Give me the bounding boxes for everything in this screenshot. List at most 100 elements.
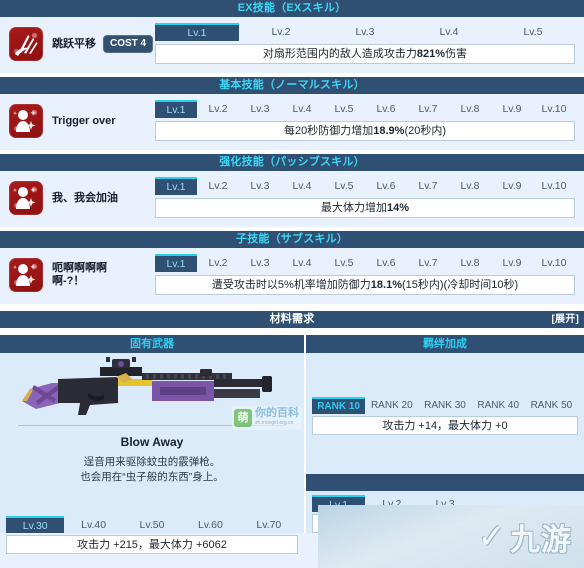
desc-value-normal: 18.9% [373, 125, 405, 137]
divider-4 [0, 304, 584, 311]
level-tab-list-normal: Lv.1 Lv.2 Lv.3 Lv.4 Lv.5 Lv.6 Lv.7 Lv.8 … [155, 100, 575, 118]
level-tab-normal-3[interactable]: Lv.3 [239, 100, 281, 118]
section-header-sub: 子技能（サブスキル） [0, 231, 584, 248]
section-header-passive: 强化技能（パッシブスキル） [0, 154, 584, 171]
level-tab-normal-5[interactable]: Lv.5 [323, 100, 365, 118]
skill-description-normal: 每20秒防御力增加18.9%(20秒内) [155, 121, 575, 141]
level-tab-passive-2[interactable]: Lv.2 [197, 177, 239, 195]
rank-tab-10[interactable]: RANK 10 [312, 397, 366, 414]
moegirl-text-sub: zh.moegirl.org.cn [255, 420, 294, 426]
skill-description-sub: 遭受攻击时以5%机率增加防御力18.1%(15秒内)(冷却时间10秒) [155, 275, 575, 295]
rank-tab-20[interactable]: RANK 20 [365, 397, 418, 414]
desc-post-ex: 伤害 [445, 48, 468, 60]
weapon-stats: 攻击力 +215，最大体力 +6062 [6, 535, 298, 554]
level-tab-ex-5[interactable]: Lv.5 [491, 23, 575, 41]
desc-post-normal: (20秒内) [404, 125, 446, 137]
passive-skill-snowgirl-icon [9, 181, 43, 215]
level-tab-sub-8[interactable]: Lv.8 [449, 254, 491, 272]
level-tab-ex-2[interactable]: Lv.2 [239, 23, 323, 41]
jiuyou-watermark: ✓ 九游 [318, 505, 584, 568]
level-tab-list-passive: Lv.1 Lv.2 Lv.3 Lv.4 Lv.5 Lv.6 Lv.7 Lv.8 … [155, 177, 575, 195]
rank-tab-list: RANK 10 RANK 20 RANK 30 RANK 40 RANK 50 [312, 397, 578, 414]
level-tab-sub-5[interactable]: Lv.5 [323, 254, 365, 272]
level-tab-sub-9[interactable]: Lv.9 [491, 254, 533, 272]
level-tab-sub-7[interactable]: Lv.7 [407, 254, 449, 272]
skill-levels-passive: Lv.1 Lv.2 Lv.3 Lv.4 Lv.5 Lv.6 Lv.7 Lv.8 … [155, 177, 584, 218]
rank-tab-40[interactable]: RANK 40 [472, 397, 525, 414]
desc-pre-normal: 每20秒防御力增加 [283, 125, 374, 137]
level-tab-ex-3[interactable]: Lv.3 [323, 23, 407, 41]
weapon-level-tab-60[interactable]: Lv.60 [181, 516, 239, 533]
level-tab-ex-1[interactable]: Lv.1 [155, 23, 239, 41]
skill-name-ex: 跳跃平移 [52, 37, 96, 50]
desc-pre-sub: 遭受攻击时以5%机率增加防御力 [211, 279, 371, 291]
rank-tab-50[interactable]: RANK 50 [525, 397, 578, 414]
desc-value-ex: 821% [416, 48, 446, 60]
weapon-level-tab-50[interactable]: Lv.50 [123, 516, 181, 533]
level-tab-sub-10[interactable]: Lv.10 [533, 254, 575, 272]
weapon-level-tab-40[interactable]: Lv.40 [64, 516, 122, 533]
level-tab-passive-8[interactable]: Lv.8 [449, 177, 491, 195]
skill-identity-ex: 跳跃平移 COST 4 [0, 23, 155, 65]
level-tab-passive-7[interactable]: Lv.7 [407, 177, 449, 195]
weapon-panel: Blow Away 逞音用来驱除蚊虫的霰弹枪。 也会用在“虫子般的东西”身上。 [0, 353, 304, 533]
section-header-bottom-right [306, 474, 584, 491]
level-tab-normal-6[interactable]: Lv.6 [365, 100, 407, 118]
level-tab-normal-4[interactable]: Lv.4 [281, 100, 323, 118]
level-tab-normal-8[interactable]: Lv.8 [449, 100, 491, 118]
level-tab-passive-6[interactable]: Lv.6 [365, 177, 407, 195]
level-tab-list-ex: Lv.1 Lv.2 Lv.3 Lv.4 Lv.5 [155, 23, 575, 41]
skill-levels-normal: Lv.1 Lv.2 Lv.3 Lv.4 Lv.5 Lv.6 Lv.7 Lv.8 … [155, 100, 584, 141]
desc-value-sub: 18.1% [370, 279, 402, 291]
skill-name-passive: 我、我会加油 [52, 191, 118, 204]
weapon-level-tab-70[interactable]: Lv.70 [240, 516, 298, 533]
level-tab-passive-1[interactable]: Lv.1 [155, 177, 197, 195]
level-tab-list-sub: Lv.1 Lv.2 Lv.3 Lv.4 Lv.5 Lv.6 Lv.7 Lv.8 … [155, 254, 575, 272]
skill-identity-passive: 我、我会加油 [0, 177, 155, 219]
rank-tab-30[interactable]: RANK 30 [418, 397, 471, 414]
skill-row-sub: 呃啊啊啊啊啊-?！ Lv.1 Lv.2 Lv.3 Lv.4 Lv.5 Lv.6 … [0, 248, 584, 304]
level-tab-sub-2[interactable]: Lv.2 [197, 254, 239, 272]
skill-levels-sub: Lv.1 Lv.2 Lv.3 Lv.4 Lv.5 Lv.6 Lv.7 Lv.8 … [155, 254, 584, 295]
level-tab-sub-1[interactable]: Lv.1 [155, 254, 197, 272]
level-tab-normal-1[interactable]: Lv.1 [155, 100, 197, 118]
skill-identity-sub: 呃啊啊啊啊啊-?！ [0, 254, 155, 296]
weapon-level-tab-30[interactable]: Lv.30 [6, 516, 65, 533]
skill-description-passive: 最大体力增加14% [155, 198, 575, 218]
level-tab-sub-6[interactable]: Lv.6 [365, 254, 407, 272]
skill-row-normal: Trigger over Lv.1 Lv.2 Lv.3 Lv.4 Lv.5 Lv… [0, 94, 584, 150]
character-detail-page: EX技能（EXスキル） 跳跃平移 COST 4 Lv.1 Lv.2 Lv.3 L… [0, 0, 584, 568]
bond-stats: 攻击力 +14，最大体力 +0 [312, 416, 578, 435]
level-tab-sub-4[interactable]: Lv.4 [281, 254, 323, 272]
divider-5 [0, 328, 584, 335]
section-header-material: 材料需求 [展开] [0, 311, 584, 328]
ex-skill-impact-icon [9, 27, 43, 61]
jiuyou-watermark-text: 九游 [510, 523, 572, 557]
normal-skill-snowgirl-icon [9, 104, 43, 138]
level-tab-passive-10[interactable]: Lv.10 [533, 177, 575, 195]
level-tab-normal-10[interactable]: Lv.10 [533, 100, 575, 118]
desc-value-passive: 14% [386, 202, 410, 214]
section-header-normal: 基本技能（ノーマルスキル） [0, 77, 584, 94]
desc-pre-passive: 最大体力增加 [320, 202, 387, 214]
material-expand-link[interactable]: [展开] [552, 311, 579, 328]
moegirl-watermark: 萌 你的百科 zh.moegirl.org.cn [232, 406, 302, 430]
level-tab-passive-3[interactable]: Lv.3 [239, 177, 281, 195]
skill-row-ex: 跳跃平移 COST 4 Lv.1 Lv.2 Lv.3 Lv.4 Lv.5 对扇形… [0, 17, 584, 73]
weapon-level-tabs: Lv.30 Lv.40 Lv.50 Lv.60 Lv.70 [6, 516, 298, 533]
level-tab-normal-9[interactable]: Lv.9 [491, 100, 533, 118]
level-tab-sub-3[interactable]: Lv.3 [239, 254, 281, 272]
level-tab-normal-2[interactable]: Lv.2 [197, 100, 239, 118]
jiuyou-logo-icon: ✓ [477, 516, 507, 557]
level-tab-passive-4[interactable]: Lv.4 [281, 177, 323, 195]
skill-identity-normal: Trigger over [0, 100, 155, 142]
column-header-bond: 羁绊加成 [306, 335, 584, 353]
skill-name-sub: 呃啊啊啊啊啊-?！ [52, 262, 107, 287]
material-title: 材料需求 [269, 313, 315, 325]
level-tab-passive-5[interactable]: Lv.5 [323, 177, 365, 195]
level-tab-normal-7[interactable]: Lv.7 [407, 100, 449, 118]
skill-description-ex: 对扇形范围内的敌人造成攻击力821%伤害 [155, 44, 575, 64]
level-tab-passive-9[interactable]: Lv.9 [491, 177, 533, 195]
skill-levels-ex: Lv.1 Lv.2 Lv.3 Lv.4 Lv.5 对扇形范围内的敌人造成攻击力8… [155, 23, 584, 64]
level-tab-ex-4[interactable]: Lv.4 [407, 23, 491, 41]
